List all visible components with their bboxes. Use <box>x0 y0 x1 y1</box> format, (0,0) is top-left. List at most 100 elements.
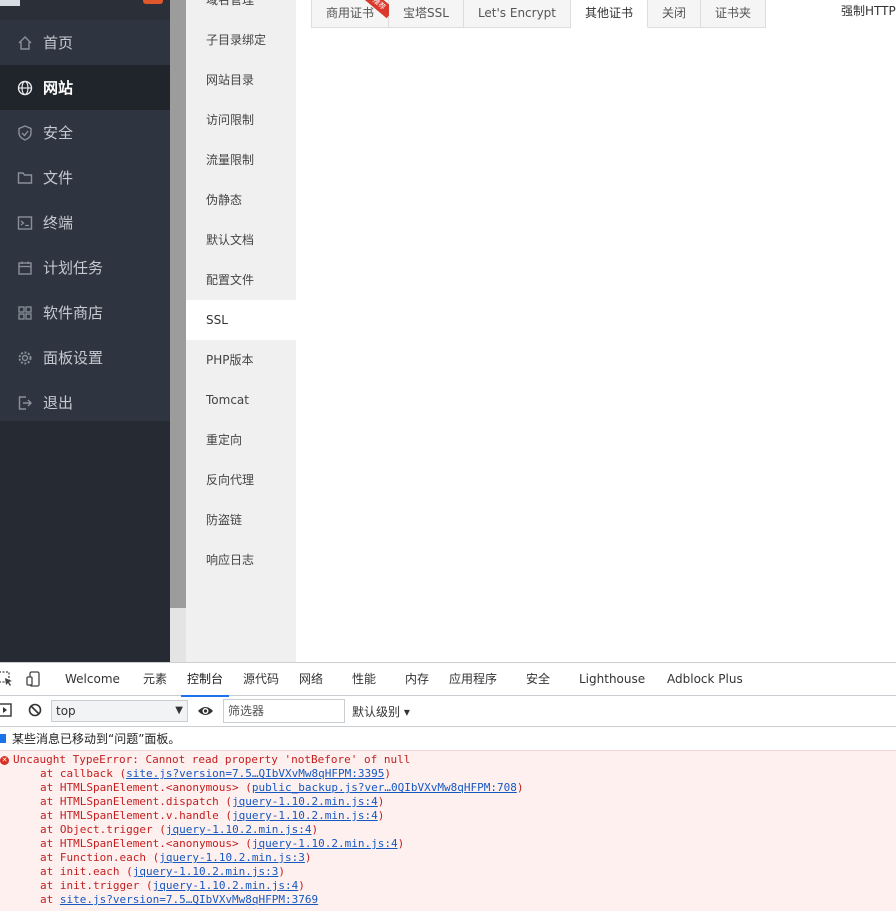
shield-icon <box>17 124 33 141</box>
calendar-icon <box>17 260 33 276</box>
ssl-tab-5[interactable]: 证书夹 <box>701 0 767 28</box>
stack-frame-source-link[interactable]: site.js?version=7.5…QIbVXvMw8qHFPM:3769 <box>60 893 318 906</box>
sidebar-item-0[interactable]: 首页 <box>0 20 170 65</box>
sidebar-item-label: 文件 <box>43 169 74 187</box>
ssl-tab-2[interactable]: Let's Encrypt <box>463 0 572 28</box>
ssl-tab-0[interactable]: 商用证书 推荐 <box>311 0 395 28</box>
devtools-tab-4[interactable]: 网络 <box>299 663 323 696</box>
sidebar-item-6[interactable]: 软件商店 <box>0 290 170 335</box>
site-menu-item-8[interactable]: SSL <box>186 300 296 340</box>
stack-frame-source-link[interactable]: jquery-1.10.2.min.js:3 <box>133 865 279 878</box>
context-value: top <box>56 704 76 718</box>
force-https-label[interactable]: 强制HTTPS <box>841 2 896 19</box>
stack-frame-source-link[interactable]: jquery-1.10.2.min.js:3 <box>159 851 305 864</box>
devtools-tab-3[interactable]: 源代码 <box>243 663 279 696</box>
devtools-tab-1[interactable]: 元素 <box>143 663 167 696</box>
page-scrollbar[interactable] <box>170 0 186 662</box>
ssl-tab-1[interactable]: 宝塔SSL <box>389 0 464 28</box>
stack-frame: at callback (site.js?version=7.5…QIbVXvM… <box>0 767 896 781</box>
inspect-element-icon[interactable] <box>0 671 14 687</box>
sidebar-toggle-icon[interactable] <box>0 703 12 720</box>
devtools-tab-2[interactable]: 控制台 <box>180 663 230 697</box>
stack-frame-prefix: at HTMLSpanElement.<anonymous> ( <box>40 837 252 850</box>
site-menu-item-14[interactable]: 响应日志 <box>186 540 296 580</box>
devtools-tab-10[interactable]: Adblock Plus <box>667 663 743 696</box>
ssl-tab-label: Let's Encrypt <box>477 6 557 20</box>
dropdown-arrow-icon: ▼ <box>175 705 183 716</box>
error-icon: ✕ <box>0 756 9 765</box>
sidebar-item-label: 退出 <box>43 394 74 412</box>
console-error-entry: ✕ Uncaught TypeError: Cannot read proper… <box>0 750 896 911</box>
context-selector[interactable]: top ▼ <box>51 700 188 722</box>
sidebar-item-8[interactable]: 退出 <box>0 380 170 425</box>
sidebar-item-2[interactable]: 安全 <box>0 110 170 155</box>
sidebar-item-label: 终端 <box>43 214 74 232</box>
clear-console-icon[interactable] <box>28 703 42 720</box>
devtools-tab-5[interactable]: 性能 <box>352 663 376 696</box>
eye-icon[interactable] <box>197 704 214 721</box>
stack-frame-source-link[interactable]: jquery-1.10.2.min.js:4 <box>153 879 299 892</box>
stack-frame-prefix: at Object.trigger ( <box>40 823 166 836</box>
site-menu-item-3[interactable]: 访问限制 <box>186 100 296 140</box>
stack-frame: at HTMLSpanElement.<anonymous> (public_b… <box>0 781 896 795</box>
stack-frame-source-link[interactable]: public_backup.js?ver…0QIbVXvMw8qHFPM:708 <box>252 781 517 794</box>
console-toolbar: top ▼ 默认级别 ▾ <box>0 696 896 727</box>
stack-frame-source-link[interactable]: jquery-1.10.2.min.js:4 <box>166 823 312 836</box>
stack-frame: at init.trigger (jquery-1.10.2.min.js:4) <box>0 879 896 893</box>
terminal-icon <box>17 215 33 231</box>
logo <box>0 0 20 6</box>
devtools-tab-8[interactable]: 安全 <box>526 663 550 696</box>
error-message: Uncaught TypeError: Cannot read property… <box>13 753 411 766</box>
site-menu-item-4[interactable]: 流量限制 <box>186 140 296 180</box>
stack-frame-suffix: ) <box>298 879 305 892</box>
site-menu-item-0[interactable]: 域名管理 <box>186 0 296 20</box>
devtools-tab-9[interactable]: Lighthouse <box>579 663 645 696</box>
devtools-tab-6[interactable]: 内存 <box>405 663 429 696</box>
sidebar-item-label: 面板设置 <box>43 349 104 367</box>
sidebar-item-1[interactable]: 网站 <box>0 65 170 110</box>
stack-frame: at site.js?version=7.5…QIbVXvMw8qHFPM:37… <box>0 893 896 907</box>
stack-frame-source-link[interactable]: jquery-1.10.2.min.js:4 <box>232 809 378 822</box>
stack-frame-prefix: at <box>40 893 60 906</box>
ssl-panel: 商用证书 推荐 宝塔SSL Let's Encrypt 其他证书 关闭 证书夹 强制HTTP… <box>296 0 896 662</box>
stack-frame-source-link[interactable]: site.js?version=7.5…QIbVXvMw8qHFPM:3395 <box>126 767 384 780</box>
devtools-tab-7[interactable]: 应用程序 <box>449 663 497 696</box>
ssl-tab-4[interactable]: 关闭 <box>648 0 702 28</box>
sidebar-item-label: 网站 <box>43 79 74 97</box>
sidebar-nav: 首页网站安全文件终端计划任务 软件商店面板设置退出 <box>0 20 170 425</box>
site-menu-item-2[interactable]: 网站目录 <box>186 60 296 100</box>
stack-frame-prefix: at HTMLSpanElement.v.handle ( <box>40 809 233 822</box>
sidebar-item-7[interactable]: 面板设置 <box>0 335 170 380</box>
stack-frame-suffix: ) <box>384 767 391 780</box>
notification-badge[interactable] <box>143 0 163 4</box>
sidebar-item-4[interactable]: 终端 <box>0 200 170 245</box>
ssl-tab-label: 关闭 <box>662 6 687 20</box>
site-menu-item-1[interactable]: 子目录绑定 <box>186 20 296 60</box>
sidebar-item-5[interactable]: 计划任务 <box>0 245 170 290</box>
site-menu-item-10[interactable]: Tomcat <box>186 380 296 420</box>
stack-frame-source-link[interactable]: jquery-1.10.2.min.js:4 <box>232 795 378 808</box>
console-filter-input[interactable] <box>223 699 345 723</box>
site-menu-item-7[interactable]: 配置文件 <box>186 260 296 300</box>
devtools-tabbar: Welcome 元素 控制台 源代码 网络 性能 内存 应用程序 安全 Lighthouse Adb… <box>0 663 896 697</box>
stack-frame-prefix: at init.trigger ( <box>40 879 153 892</box>
site-menu-item-5[interactable]: 伪静态 <box>186 180 296 220</box>
sidebar-item-3[interactable]: 文件 <box>0 155 170 200</box>
logout-icon <box>17 395 33 411</box>
stack-frame-suffix: ) <box>397 837 405 850</box>
log-level-selector[interactable]: 默认级别 ▾ <box>352 703 410 720</box>
site-menu-item-11[interactable]: 重定向 <box>186 420 296 460</box>
ssl-tab-3[interactable]: 其他证书 <box>571 0 649 28</box>
site-menu-item-13[interactable]: 防盗链 <box>186 500 296 540</box>
site-menu-item-9[interactable]: PHP版本 <box>186 340 296 380</box>
site-menu-item-6[interactable]: 默认文档 <box>186 220 296 260</box>
stack-frame-source-link[interactable]: jquery-1.10.2.min.js:4 <box>252 837 398 850</box>
issues-moved-message: 某些消息已移动到“问题”面板。 <box>0 727 896 751</box>
scrollbar-thumb[interactable] <box>170 0 186 608</box>
moved-message-text: 某些消息已移动到“问题”面板。 <box>12 732 181 746</box>
logo-strip <box>0 0 170 20</box>
stack-frame: at HTMLSpanElement.<anonymous> (jquery-1… <box>0 837 896 851</box>
device-toolbar-icon[interactable] <box>26 671 42 687</box>
site-menu-item-12[interactable]: 反向代理 <box>186 460 296 500</box>
devtools-tab-0[interactable]: Welcome <box>65 663 120 696</box>
